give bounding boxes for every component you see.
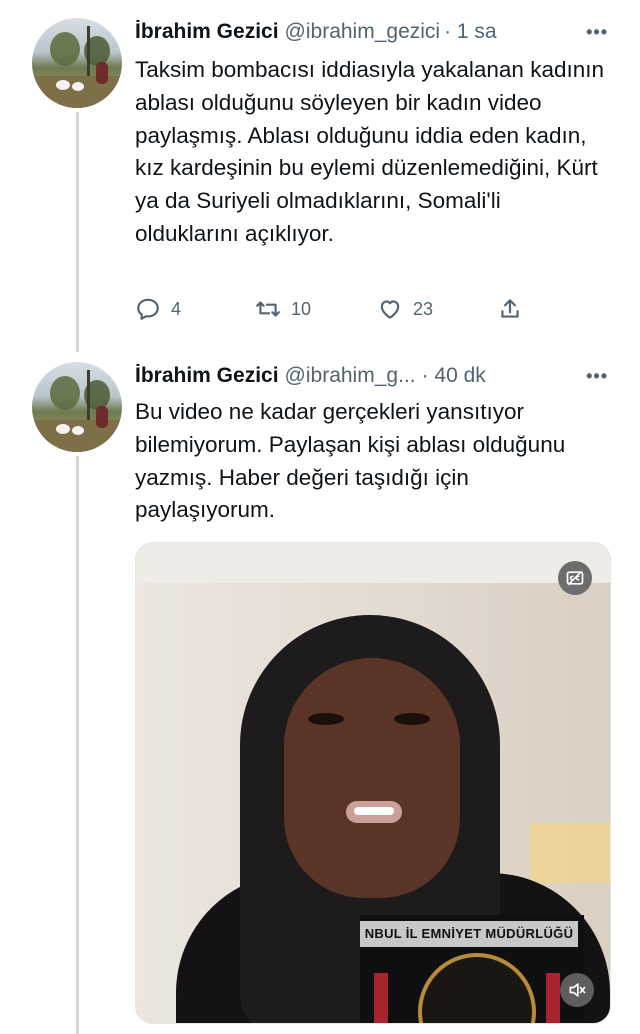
author-name[interactable]: İbrahim Gezici	[135, 364, 279, 388]
tweet-text: Bu video ne kadar gerçekleri yansıtıyor …	[135, 399, 566, 523]
tweet-header: İbrahim Gezici @ibrahim_g... · 40 dk	[135, 364, 486, 388]
closed-captions-icon[interactable]	[558, 561, 592, 595]
video-overlay-text: NBUL İL EMNİYET MÜDÜRLÜĞÜ	[360, 921, 578, 947]
flag	[374, 973, 388, 1023]
video-player[interactable]: NBUL İL EMNİYET MÜDÜRLÜĞÜ	[135, 542, 611, 1024]
author-handle[interactable]: @ibrahim_g...	[285, 364, 416, 388]
tweet-time[interactable]: · 40 dk	[422, 364, 486, 388]
flag	[546, 973, 560, 1023]
face	[284, 658, 460, 898]
muted-speaker-icon[interactable]	[560, 973, 594, 1007]
avatar[interactable]	[32, 362, 122, 452]
tweet-2[interactable]: İbrahim Gezici @ibrahim_g... · 40 dk •••…	[0, 0, 640, 1034]
more-dots-icon[interactable]: •••	[586, 366, 608, 387]
